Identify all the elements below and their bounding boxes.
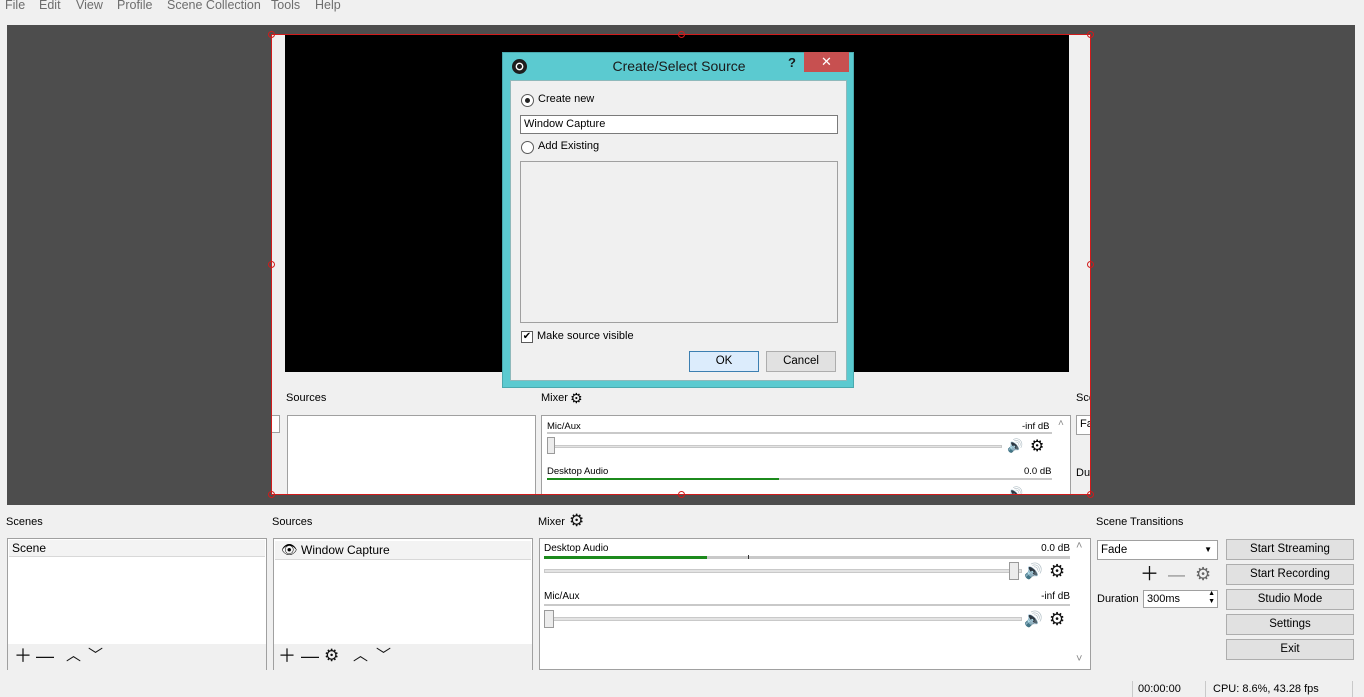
add-existing-radio[interactable]: [521, 141, 534, 154]
add-transition-icon[interactable]: ＋: [1140, 565, 1159, 584]
move-source-down-icon[interactable]: ﹀: [376, 647, 391, 665]
add-scene-icon[interactable]: ＋: [14, 647, 32, 665]
duration-label: Duration: [1097, 593, 1139, 605]
desktop-audio-label: Desktop Audio: [544, 543, 609, 554]
source-properties-gear-icon[interactable]: ⚙: [324, 647, 339, 665]
desktop-audio-slider-thumb[interactable]: [1009, 562, 1019, 580]
source-name-input[interactable]: Window Capture: [520, 115, 838, 134]
menu-bar: File Edit View Profile Scene Collection …: [0, 0, 1364, 14]
mic-aux-label: Mic/Aux: [544, 591, 580, 602]
menu-tools[interactable]: Tools: [271, 0, 300, 12]
start-streaming-button[interactable]: Start Streaming: [1226, 539, 1354, 560]
mixer-panel: Desktop Audio 0.0 dB ˄ 🔊 ⚙ Mic/Aux -inf …: [539, 538, 1091, 670]
desktop-audio-gear-icon[interactable]: ⚙: [1049, 562, 1065, 580]
cancel-button[interactable]: Cancel: [766, 351, 836, 372]
resize-handle-bottom[interactable]: [678, 491, 685, 498]
mic-aux-value: -inf dB: [1041, 591, 1070, 602]
transition-select[interactable]: Fade ▼: [1097, 540, 1218, 560]
menu-profile[interactable]: Profile: [117, 0, 152, 12]
remove-transition-icon[interactable]: —: [1168, 565, 1185, 584]
exit-button[interactable]: Exit: [1226, 639, 1354, 660]
status-cpu: CPU: 8.6%, 43.28 fps: [1213, 683, 1319, 695]
dialog-title: Create/Select Source: [612, 58, 746, 74]
desktop-audio-value: 0.0 dB: [1041, 543, 1070, 554]
duration-spinbox[interactable]: 300ms ▲ ▼: [1143, 590, 1218, 608]
duration-value: 300ms: [1147, 593, 1181, 605]
make-visible-checkbox[interactable]: ✔: [521, 331, 533, 343]
mixer-title: Mixer: [538, 516, 565, 528]
visibility-eye-icon[interactable]: 👁: [281, 541, 298, 559]
settings-button[interactable]: Settings: [1226, 614, 1354, 635]
desktop-audio-meter: [544, 555, 1070, 559]
start-recording-button[interactable]: Start Recording: [1226, 564, 1354, 585]
remove-scene-icon[interactable]: —: [36, 647, 54, 665]
resize-handle-top-left[interactable]: [268, 31, 275, 38]
existing-sources-list[interactable]: [520, 161, 838, 323]
menu-file[interactable]: File: [5, 0, 25, 12]
desktop-audio-slider[interactable]: [544, 569, 1022, 573]
desktop-audio-meter-fill: [544, 556, 708, 559]
desktop-audio-peak: [748, 555, 749, 559]
scenes-title: Scenes: [6, 516, 43, 528]
create-new-radio[interactable]: [521, 94, 534, 107]
status-separator: [1132, 681, 1133, 697]
resize-handle-top-right[interactable]: [1087, 31, 1094, 38]
menu-edit[interactable]: Edit: [39, 0, 61, 12]
dialog-body: Create new Window Capture Add Existing ✔…: [510, 80, 847, 381]
scene-transitions-title: Scene Transitions: [1096, 516, 1184, 528]
status-time: 00:00:00: [1138, 683, 1181, 695]
mic-aux-slider[interactable]: [544, 617, 1022, 621]
scenes-toolbar: ＋ — ︿ ﹀: [8, 644, 266, 670]
source-item[interactable]: 👁 Window Capture: [275, 541, 531, 560]
close-button[interactable]: ✕: [804, 52, 849, 72]
help-button[interactable]: ?: [788, 55, 796, 70]
status-separator: [1205, 681, 1206, 697]
sources-title: Sources: [272, 516, 313, 528]
ok-button[interactable]: OK: [689, 351, 759, 372]
add-source-icon[interactable]: ＋: [278, 647, 296, 665]
sources-toolbar: ＋ — ⚙ ︿ ﹀: [274, 644, 532, 670]
resize-handle-right[interactable]: [1087, 261, 1094, 268]
resize-handle-top[interactable]: [678, 31, 685, 38]
menu-view[interactable]: View: [76, 0, 103, 12]
resize-handle-bottom-left[interactable]: [268, 491, 275, 498]
desktop-audio-speaker-icon[interactable]: 🔊: [1024, 564, 1043, 579]
source-item-label: Window Capture: [301, 543, 390, 557]
mic-aux-slider-thumb[interactable]: [544, 610, 554, 628]
scenes-panel: Scene ＋ — ︿ ﹀: [7, 538, 267, 670]
create-new-label: Create new: [538, 93, 595, 105]
move-scene-up-icon[interactable]: ︿: [66, 647, 81, 665]
scene-item[interactable]: Scene: [9, 540, 265, 557]
dropdown-arrow-icon: ▼: [1204, 545, 1212, 554]
mic-aux-meter: [544, 604, 1070, 606]
spin-arrows-icon[interactable]: ▲ ▼: [1208, 590, 1215, 606]
sources-panel: 👁 Window Capture ＋ — ⚙ ︿ ﹀: [273, 538, 533, 670]
mixer-gear-icon[interactable]: ⚙: [569, 512, 584, 529]
move-scene-down-icon[interactable]: ﹀: [88, 647, 103, 665]
add-existing-label: Add Existing: [538, 140, 600, 152]
transition-select-value: Fade: [1101, 544, 1128, 556]
move-source-up-icon[interactable]: ︿: [353, 647, 368, 665]
mic-aux-speaker-icon[interactable]: 🔊: [1024, 612, 1043, 627]
status-separator: [1352, 681, 1353, 697]
mixer-scroll-down-icon[interactable]: ˅: [1076, 653, 1082, 665]
create-select-source-dialog: Create/Select Source ? ✕ Create new Wind…: [502, 52, 854, 388]
resize-handle-bottom-right[interactable]: [1087, 491, 1094, 498]
mixer-scroll-up-icon[interactable]: ˄: [1076, 540, 1082, 552]
resize-handle-left[interactable]: [268, 261, 275, 268]
studio-mode-button[interactable]: Studio Mode: [1226, 589, 1354, 610]
mic-aux-gear-icon[interactable]: ⚙: [1049, 610, 1065, 628]
transition-properties-gear-icon[interactable]: ⚙: [1195, 565, 1211, 583]
remove-source-icon[interactable]: —: [301, 647, 319, 665]
menu-help[interactable]: Help: [315, 0, 341, 12]
make-visible-label: Make source visible: [537, 330, 634, 342]
menu-scene-collection[interactable]: Scene Collection: [167, 0, 261, 12]
